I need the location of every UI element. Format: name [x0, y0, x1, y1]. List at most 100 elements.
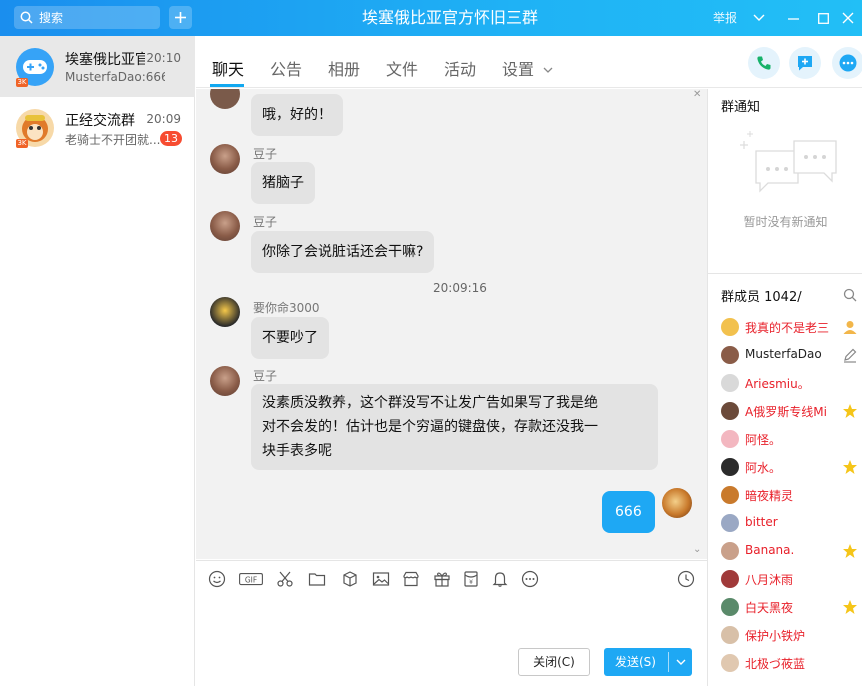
shop-icon — [403, 571, 419, 587]
tab-files[interactable]: 文件 — [386, 56, 418, 80]
member-item[interactable]: 我真的不是老三 — [721, 316, 862, 338]
folder-icon — [308, 573, 326, 586]
member-avatar[interactable] — [721, 486, 739, 504]
tab-album[interactable]: 相册 — [328, 56, 360, 80]
avatar[interactable] — [210, 211, 240, 241]
emoji-button[interactable] — [207, 569, 227, 589]
edit-icon[interactable] — [842, 347, 858, 363]
scroll-down-icon[interactable]: ⌄ — [693, 544, 701, 555]
gif-icon: GIF — [239, 573, 263, 586]
tab-activity[interactable]: 活动 — [444, 56, 476, 80]
red-packet-button[interactable]: ¥ — [461, 569, 481, 589]
message-timestamp: 20:09:16 — [433, 281, 487, 295]
send-button-label: 发送(S) — [615, 655, 656, 669]
member-item[interactable]: A俄罗斯专线Mi — [721, 400, 862, 422]
dropdown-button[interactable] — [744, 0, 774, 36]
search-input[interactable]: 搜索 — [14, 6, 160, 29]
active-tab-indicator — [210, 84, 244, 87]
tab-announcement[interactable]: 公告 — [270, 56, 302, 80]
member-avatar[interactable] — [721, 570, 739, 588]
history-button[interactable] — [676, 569, 696, 589]
avatar[interactable] — [210, 366, 240, 396]
game-tag-icon: 3K — [16, 78, 28, 87]
conversation-item[interactable]: 3K 正经交流群 20:09 老骑士不开团就... 13 — [0, 97, 195, 158]
member-item[interactable]: 保护小铁炉 — [721, 624, 862, 646]
chevron-down-icon — [753, 14, 765, 21]
member-avatar[interactable] — [721, 318, 739, 336]
tab-chat[interactable]: 聊天 — [212, 56, 244, 80]
member-avatar[interactable] — [721, 374, 739, 392]
member-item[interactable]: 北极づ莜蓝 — [721, 652, 862, 674]
conversation-list: 3K 埃塞俄比亚官方怀旧三群 20:10 MusterfaDao:666 3K … — [0, 36, 195, 686]
member-avatar[interactable] — [721, 346, 739, 364]
member-avatar[interactable] — [721, 402, 739, 420]
member-avatar[interactable] — [721, 458, 739, 476]
member-avatar[interactable] — [721, 598, 739, 616]
member-item[interactable]: bitter — [721, 512, 862, 534]
minimize-button[interactable] — [778, 0, 808, 36]
close-window-button[interactable] — [833, 0, 862, 36]
member-name: Banana. — [745, 543, 795, 557]
member-item[interactable]: Ariesmiu。 — [721, 372, 862, 394]
close-chat-button[interactable]: 关闭(C) — [518, 648, 590, 676]
gift-button[interactable] — [432, 569, 452, 589]
member-name: bitter — [745, 515, 778, 529]
phone-icon — [757, 56, 771, 70]
screenshot-button[interactable] — [275, 569, 295, 589]
group-info-panel: 群通知 暂时没有新通知 群成员 1042/ 我真的不是老三 MusterfaDao… — [707, 89, 862, 686]
scissors-icon — [277, 571, 293, 587]
shop-button[interactable] — [401, 569, 421, 589]
voice-call-button[interactable] — [748, 47, 780, 79]
member-item[interactable]: 暗夜精灵 — [721, 484, 862, 506]
add-button[interactable] — [169, 6, 192, 29]
my-avatar[interactable] — [662, 488, 692, 518]
gift-icon — [434, 572, 450, 587]
scroll-up-icon[interactable]: ✕ — [693, 89, 701, 100]
member-item[interactable]: 阿怪。 — [721, 428, 862, 450]
chevron-down-icon — [676, 659, 686, 665]
message-list[interactable]: ✕ 哦，好的！ 豆子 猪脑子 豆子 你除了会说脏话还会干嘛? 20:09:16 … — [196, 89, 707, 559]
conversation-preview: 老骑士不开团就... — [65, 133, 161, 147]
message-bubble: 猪脑子 — [251, 162, 315, 204]
group-notice-title: 群通知 — [721, 100, 761, 115]
send-options-button[interactable] — [672, 648, 690, 676]
message-bubble: 你除了会说脏话还会干嘛? — [251, 231, 435, 273]
message-line: 没素质没教养，这个群没写不让发广告如果写了我是绝 — [262, 395, 598, 411]
tab-settings[interactable]: 设置 — [502, 56, 553, 80]
member-avatar[interactable] — [721, 654, 739, 672]
sender-name: 豆子 — [253, 369, 278, 383]
cube-icon — [343, 571, 357, 587]
member-item[interactable]: Banana. — [721, 540, 862, 562]
reminder-button[interactable] — [490, 569, 510, 589]
search-icon[interactable] — [843, 288, 857, 302]
new-discussion-button[interactable] — [789, 47, 821, 79]
more-icon — [839, 54, 857, 72]
member-avatar[interactable] — [721, 430, 739, 448]
member-item[interactable]: 阿水。 — [721, 456, 862, 478]
avatar[interactable] — [210, 297, 240, 327]
members-title: 群成员 1042/ — [721, 290, 802, 305]
send-image-button[interactable] — [371, 569, 391, 589]
template-button[interactable] — [340, 569, 360, 589]
more-tools-button[interactable] — [520, 569, 540, 589]
avatar[interactable] — [210, 144, 240, 174]
report-button[interactable]: 举报 — [713, 0, 737, 36]
divider — [708, 273, 862, 274]
member-item[interactable]: 白天黑夜 — [721, 596, 862, 618]
gif-button[interactable]: GIF — [238, 569, 264, 589]
send-button[interactable]: 发送(S) — [604, 648, 692, 676]
send-file-button[interactable] — [307, 569, 327, 589]
member-avatar[interactable] — [721, 626, 739, 644]
member-avatar[interactable] — [721, 514, 739, 532]
search-icon — [20, 11, 33, 24]
send-divider — [668, 652, 669, 672]
member-avatar[interactable] — [721, 542, 739, 560]
avatar[interactable] — [210, 89, 240, 109]
conversation-item[interactable]: 3K 埃塞俄比亚官方怀旧三群 20:10 MusterfaDao:666 — [0, 36, 195, 97]
member-name: 白天黑夜 — [745, 601, 794, 615]
more-button[interactable] — [832, 47, 862, 79]
member-item[interactable]: MusterfaDao — [721, 344, 862, 366]
minimize-icon — [787, 17, 799, 20]
game-tag-icon: 3K — [16, 139, 28, 148]
member-item[interactable]: 八月沐雨 — [721, 568, 862, 590]
